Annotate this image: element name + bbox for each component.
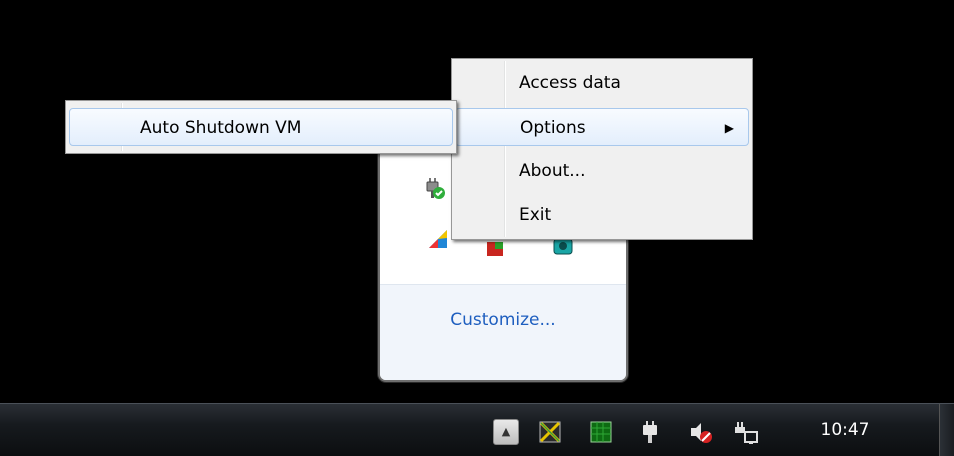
menu-item-label: Options	[520, 118, 586, 138]
menu-item-exit[interactable]: Exit	[455, 196, 749, 234]
menu-item-label: Auto Shutdown VM	[140, 118, 302, 138]
submenu-arrow-icon: ▶	[724, 121, 734, 135]
menu-item-auto-shutdown-vm[interactable]: Auto Shutdown VM	[69, 108, 453, 146]
show-desktop-button[interactable]	[939, 404, 954, 456]
taskbar: ▲ 10:47	[0, 403, 954, 456]
green-grid-icon[interactable]	[588, 419, 614, 445]
options-submenu: Auto Shutdown VM	[65, 100, 457, 154]
menu-item-access-data[interactable]: Access data	[455, 64, 749, 102]
tray-context-menu: Access data Options ▶ About... Exit	[451, 58, 753, 240]
clock[interactable]: 10:47	[810, 404, 880, 456]
usb-safely-remove-icon[interactable]	[422, 176, 446, 200]
menu-item-label: Access data	[519, 73, 621, 93]
flyout-footer: Customize...	[380, 284, 626, 380]
menu-item-about[interactable]: About...	[455, 152, 749, 190]
network-icon[interactable]	[733, 419, 759, 445]
menu-item-label: About...	[519, 161, 586, 181]
menu-item-label: Exit	[519, 205, 552, 225]
usb-device-icon[interactable]	[638, 419, 664, 445]
virtualbox-icon[interactable]	[537, 419, 563, 445]
customize-link[interactable]: Customize...	[380, 310, 626, 330]
volume-muted-icon[interactable]	[688, 419, 714, 445]
show-hidden-icons-button[interactable]: ▲	[493, 419, 519, 445]
menu-item-options[interactable]: Options ▶	[455, 108, 749, 146]
colorful-app-icon[interactable]	[427, 226, 451, 250]
